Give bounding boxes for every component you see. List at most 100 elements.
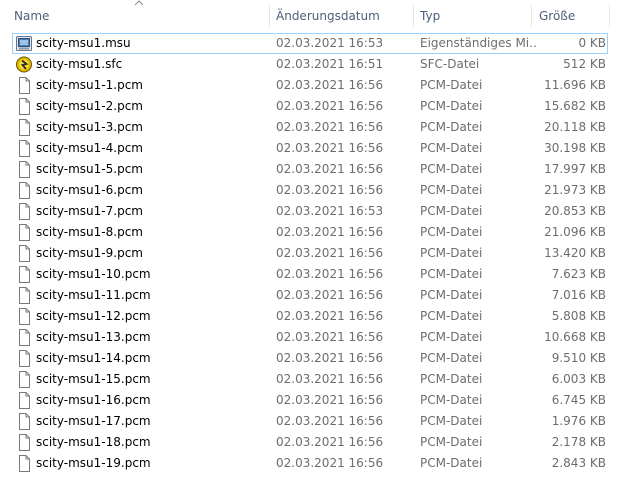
file-row[interactable]: scity-msu1-9.pcm 02.03.2021 16:56 PCM-Date… — [12, 243, 608, 264]
column-header-bar: Name Änderungsdatum Typ Größe — [0, 0, 636, 33]
file-modified-date: 02.03.2021 16:56 — [276, 435, 384, 449]
file-type: PCM-Datei — [420, 372, 483, 386]
document-icon — [16, 266, 32, 283]
column-divider[interactable] — [269, 5, 270, 27]
document-icon — [16, 413, 32, 430]
file-row[interactable]: scity-msu1-15.pcm 02.03.2021 16:56 PCM-Dat… — [12, 369, 608, 390]
file-name: scity-msu1-14.pcm — [36, 351, 151, 365]
document-icon — [16, 203, 32, 220]
file-modified-date: 02.03.2021 16:56 — [276, 78, 384, 92]
file-type: PCM-Datei — [420, 414, 483, 428]
file-size: 7.623 KB — [551, 267, 606, 281]
file-name: scity-msu1-13.pcm — [36, 330, 151, 344]
file-row[interactable]: scity-msu1-19.pcm 02.03.2021 16:56 PCM-Dat… — [12, 453, 608, 474]
file-size: 6.003 KB — [551, 372, 606, 386]
file-name: scity-msu1-8.pcm — [36, 225, 143, 239]
file-modified-date: 02.03.2021 16:56 — [276, 183, 384, 197]
file-type: PCM-Datei — [420, 120, 483, 134]
document-icon — [16, 434, 32, 451]
file-type: PCM-Datei — [420, 204, 483, 218]
file-name: scity-msu1.msu — [36, 36, 131, 50]
column-header-name[interactable]: Name — [10, 0, 268, 33]
file-name: scity-msu1-12.pcm — [36, 309, 151, 323]
document-icon — [16, 392, 32, 409]
file-type: PCM-Datei — [420, 456, 483, 470]
file-row[interactable]: scity-msu1-18.pcm 02.03.2021 16:56 PCM-Dat… — [12, 432, 608, 453]
file-row[interactable]: scity-msu1-2.pcm 02.03.2021 16:56 PCM-Date… — [12, 96, 608, 117]
column-header-type[interactable]: Typ — [416, 0, 530, 33]
file-type: PCM-Datei — [420, 393, 483, 407]
file-row[interactable]: scity-msu1-16.pcm 02.03.2021 16:56 PCM-Dat… — [12, 390, 608, 411]
file-modified-date: 02.03.2021 16:56 — [276, 162, 384, 176]
file-type: PCM-Datei — [420, 99, 483, 113]
file-type: PCM-Datei — [420, 162, 483, 176]
file-size: 13.420 KB — [544, 246, 606, 260]
file-name: scity-msu1-6.pcm — [36, 183, 143, 197]
file-size: 11.696 KB — [544, 78, 606, 92]
file-type: PCM-Datei — [420, 351, 483, 365]
file-modified-date: 02.03.2021 16:56 — [276, 288, 384, 302]
file-row[interactable]: scity-msu1-5.pcm 02.03.2021 16:56 PCM-Date… — [12, 159, 608, 180]
file-size: 1.976 KB — [551, 414, 606, 428]
file-row[interactable]: scity-msu1.msu 02.03.2021 16:53 Eigenständ… — [12, 33, 608, 54]
document-icon — [16, 245, 32, 262]
file-size: 7.016 KB — [551, 288, 606, 302]
file-row[interactable]: scity-msu1-8.pcm 02.03.2021 16:56 PCM-Date… — [12, 222, 608, 243]
document-icon — [16, 329, 32, 346]
file-modified-date: 02.03.2021 16:51 — [276, 57, 384, 71]
file-modified-date: 02.03.2021 16:53 — [276, 204, 384, 218]
file-row[interactable]: scity-msu1-1.pcm 02.03.2021 16:56 PCM-Date… — [12, 75, 608, 96]
file-modified-date: 02.03.2021 16:56 — [276, 456, 384, 470]
file-type: SFC-Datei — [420, 57, 480, 71]
file-modified-date: 02.03.2021 16:56 — [276, 330, 384, 344]
column-divider[interactable] — [413, 5, 414, 27]
file-size: 512 KB — [563, 57, 606, 71]
column-divider[interactable] — [531, 5, 532, 27]
file-row[interactable]: scity-msu1-12.pcm 02.03.2021 16:56 PCM-Dat… — [12, 306, 608, 327]
file-name: scity-msu1-3.pcm — [36, 120, 143, 134]
file-row[interactable]: scity-msu1.sfc 02.03.2021 16:51 SFC-Datei 5… — [12, 54, 608, 75]
file-type: PCM-Datei — [420, 288, 483, 302]
file-row[interactable]: scity-msu1-6.pcm 02.03.2021 16:56 PCM-Date… — [12, 180, 608, 201]
file-size: 15.682 KB — [544, 99, 606, 113]
file-row[interactable]: scity-msu1-4.pcm 02.03.2021 16:56 PCM-Date… — [12, 138, 608, 159]
file-modified-date: 02.03.2021 16:56 — [276, 372, 384, 386]
file-modified-date: 02.03.2021 16:56 — [276, 246, 384, 260]
file-size: 0 KB — [578, 36, 606, 50]
file-name: scity-msu1-19.pcm — [36, 456, 151, 470]
file-modified-date: 02.03.2021 16:56 — [276, 225, 384, 239]
file-size: 30.198 KB — [544, 141, 606, 155]
file-size: 2.843 KB — [551, 456, 606, 470]
file-row[interactable]: scity-msu1-3.pcm 02.03.2021 16:56 PCM-Date… — [12, 117, 608, 138]
document-icon — [16, 287, 32, 304]
file-modified-date: 02.03.2021 16:56 — [276, 414, 384, 428]
file-row[interactable]: scity-msu1-14.pcm 02.03.2021 16:56 PCM-Dat… — [12, 348, 608, 369]
file-modified-date: 02.03.2021 16:56 — [276, 141, 384, 155]
file-modified-date: 02.03.2021 16:56 — [276, 309, 384, 323]
file-row[interactable]: scity-msu1-11.pcm 02.03.2021 16:56 PCM-Dat… — [12, 285, 608, 306]
document-icon — [16, 371, 32, 388]
document-icon — [16, 119, 32, 136]
file-name: scity-msu1-18.pcm — [36, 435, 151, 449]
file-type: PCM-Datei — [420, 183, 483, 197]
file-row[interactable]: scity-msu1-10.pcm 02.03.2021 16:56 PCM-Dat… — [12, 264, 608, 285]
file-name: scity-msu1-2.pcm — [36, 99, 143, 113]
file-row[interactable]: scity-msu1-17.pcm 02.03.2021 16:56 PCM-Dat… — [12, 411, 608, 432]
column-header-size[interactable]: Größe — [535, 0, 605, 33]
file-type: PCM-Datei — [420, 246, 483, 260]
column-header-date[interactable]: Änderungsdatum — [272, 0, 412, 33]
document-icon — [16, 350, 32, 367]
file-type: PCM-Datei — [420, 225, 483, 239]
file-type: PCM-Datei — [420, 267, 483, 281]
file-name: scity-msu1-9.pcm — [36, 246, 143, 260]
document-icon — [16, 455, 32, 472]
column-divider[interactable] — [609, 5, 610, 27]
file-type: Eigenständiges Mi... — [420, 36, 536, 50]
document-icon — [16, 140, 32, 157]
file-name: scity-msu1-1.pcm — [36, 78, 143, 92]
file-modified-date: 02.03.2021 16:56 — [276, 393, 384, 407]
file-row[interactable]: scity-msu1-13.pcm 02.03.2021 16:56 PCM-Dat… — [12, 327, 608, 348]
file-row[interactable]: scity-msu1-7.pcm 02.03.2021 16:53 PCM-Date… — [12, 201, 608, 222]
file-size: 20.118 KB — [544, 120, 606, 134]
file-modified-date: 02.03.2021 16:56 — [276, 351, 384, 365]
